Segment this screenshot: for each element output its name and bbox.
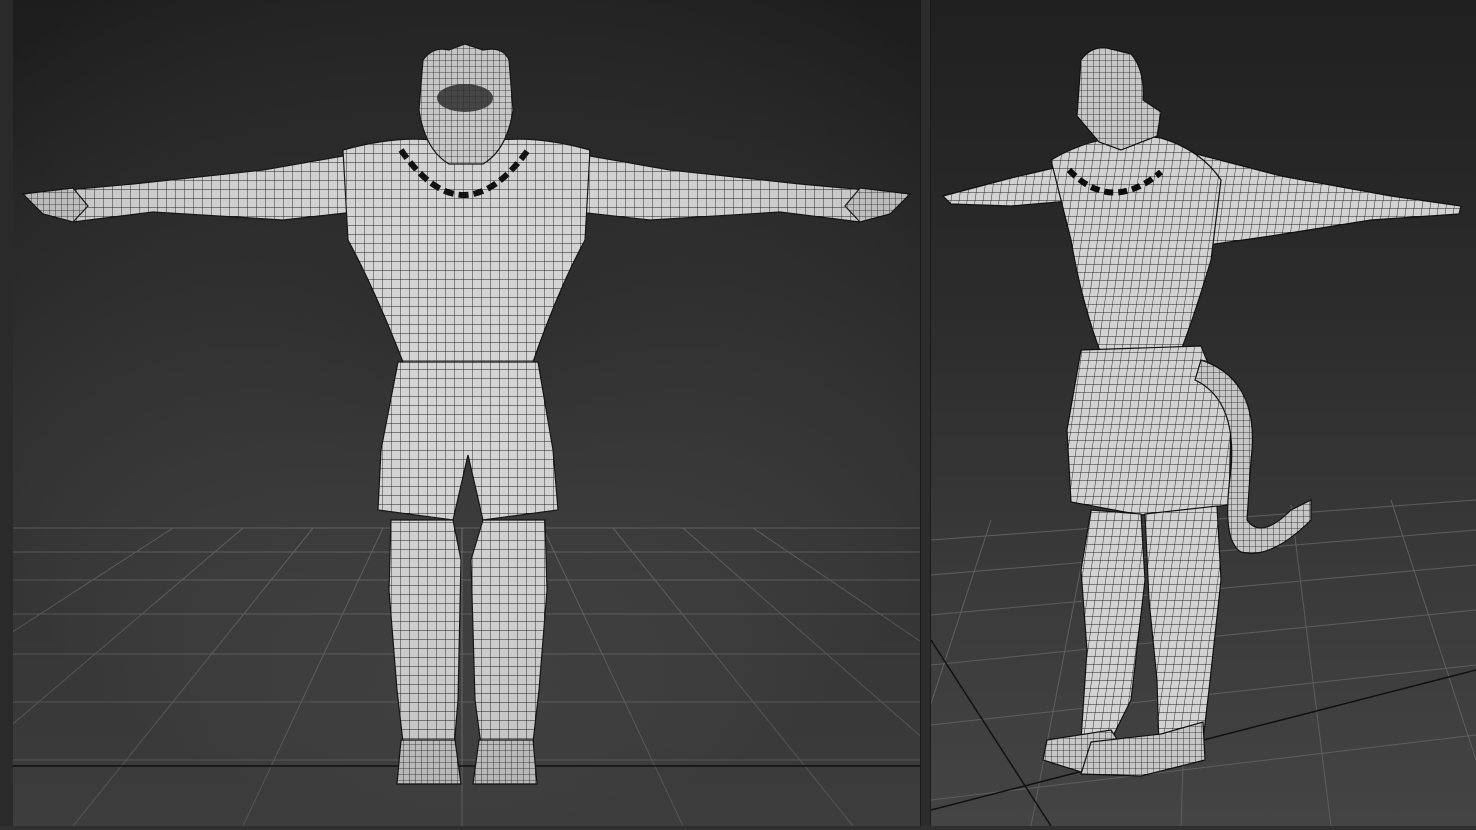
bottom-window-frame — [0, 826, 1476, 830]
viewport-front-canvas[interactable] — [13, 0, 920, 826]
viewport-perspective[interactable] — [931, 0, 1476, 826]
viewport-divider[interactable] — [920, 0, 931, 830]
left-window-frame — [0, 0, 13, 830]
character-mesh-front[interactable] — [13, 0, 920, 826]
viewport-front[interactable] — [13, 0, 920, 826]
modeling-app-window — [0, 0, 1476, 830]
viewport-perspective-canvas[interactable] — [931, 0, 1476, 826]
character-mesh-perspective[interactable] — [941, 47, 1462, 777]
